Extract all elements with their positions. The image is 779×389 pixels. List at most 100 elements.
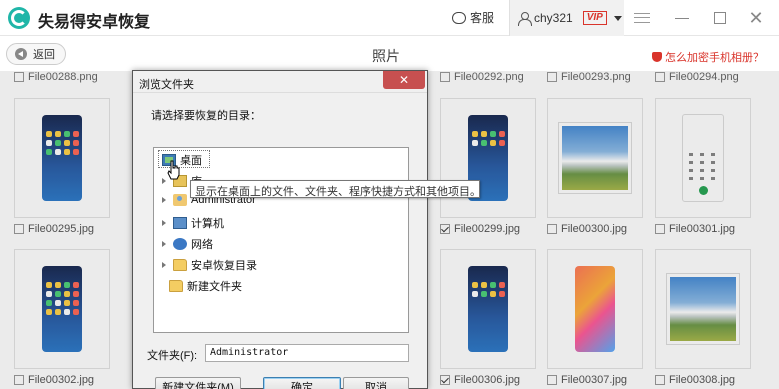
photo-thumbnail[interactable] (655, 249, 751, 369)
tree-item-network[interactable]: 网络 (162, 236, 213, 252)
file-checkbox[interactable] (547, 72, 557, 82)
customer-service-label: 客服 (470, 11, 495, 25)
chat-icon (452, 11, 466, 24)
user-folder-icon (173, 194, 187, 206)
file-label[interactable]: File00294.png (655, 71, 739, 83)
photo-thumbnail[interactable] (547, 98, 643, 218)
dialer-screenshot-image (682, 114, 724, 202)
customer-service-button[interactable]: 客服 (452, 9, 494, 26)
minimize-button[interactable] (672, 8, 692, 28)
file-label[interactable]: File00288.png (14, 71, 98, 83)
file-label[interactable]: File00300.jpg (547, 223, 627, 235)
file-checkbox[interactable] (655, 72, 665, 82)
menu-button[interactable] (632, 8, 652, 28)
title-bar: 失易得安卓恢复 客服 chy321 VIP ✕ (0, 0, 779, 36)
photo-thumbnail[interactable] (440, 98, 536, 218)
tree-item-label: 网络 (191, 239, 213, 251)
folder-field[interactable]: Administrator (205, 344, 409, 362)
file-name: File00308.jpg (669, 374, 736, 386)
phone-wallpaper-image (575, 266, 615, 352)
cancel-button[interactable]: 取消 (343, 377, 409, 389)
phone-screenshot-image (468, 266, 508, 352)
thumbs-up-icon (652, 52, 662, 62)
photo-thumbnail[interactable] (547, 249, 643, 369)
expand-arrow-icon[interactable] (162, 178, 166, 184)
maximize-button[interactable] (710, 8, 730, 28)
network-icon (173, 238, 187, 250)
file-checkbox[interactable] (440, 72, 450, 82)
vip-badge: VIP (582, 11, 607, 25)
landscape-photo-image (667, 274, 739, 344)
hamburger-icon (634, 13, 650, 23)
file-checkbox[interactable] (655, 224, 665, 234)
file-checkbox[interactable] (14, 375, 24, 385)
folder-tree[interactable]: 桌面 库 Administrator 计算机 网络 安卓恢复目录 (153, 147, 409, 333)
expand-arrow-icon[interactable] (162, 220, 166, 226)
browse-folder-dialog: 浏览文件夹 ✕ 请选择要恢复的目录： 桌面 库 Administrator 计算… (132, 70, 428, 389)
dialog-title: 浏览文件夹 (139, 79, 194, 91)
back-label: 返回 (33, 49, 55, 61)
file-label[interactable]: File00292.png (440, 71, 524, 83)
folder-icon (169, 280, 183, 292)
file-name: File00302.jpg (28, 374, 95, 386)
computer-icon (173, 217, 187, 229)
file-checkbox[interactable] (547, 375, 557, 385)
tree-item-label: 桌面 (180, 155, 202, 167)
file-checkbox[interactable] (440, 224, 450, 234)
close-icon: ✕ (748, 7, 764, 28)
landscape-photo-image (559, 123, 631, 193)
dialog-title-bar[interactable]: 浏览文件夹 ✕ (133, 71, 427, 93)
file-name: File00299.jpg (454, 223, 521, 235)
photo-thumbnail[interactable] (440, 249, 536, 369)
user-account-menu[interactable]: chy321 VIP (509, 0, 624, 36)
expand-arrow-icon[interactable] (162, 262, 166, 268)
file-label[interactable]: File00306.jpg (440, 374, 520, 386)
photo-thumbnail[interactable] (14, 249, 110, 369)
encrypt-album-link[interactable]: 怎么加密手机相册？ (652, 49, 764, 65)
file-checkbox[interactable] (655, 375, 665, 385)
ok-button[interactable]: 确定 (263, 377, 341, 389)
file-label[interactable]: File00299.jpg (440, 223, 520, 235)
photo-thumbnail[interactable] (14, 98, 110, 218)
new-folder-button[interactable]: 新建文件夹(M) (155, 377, 241, 389)
file-label[interactable]: File00307.jpg (547, 374, 627, 386)
app-title: 失易得安卓恢复 (38, 14, 151, 31)
file-name: File00300.jpg (561, 223, 628, 235)
expand-arrow-icon[interactable] (162, 197, 166, 203)
tree-item-computer[interactable]: 计算机 (162, 215, 224, 231)
tree-item-new-folder[interactable]: 新建文件夹 (169, 278, 242, 294)
app-logo-icon (8, 7, 30, 29)
photo-thumbnail[interactable] (655, 98, 751, 218)
username: chy321 (534, 11, 573, 25)
back-button[interactable]: 返回 (6, 43, 66, 65)
file-label[interactable]: File00302.jpg (14, 374, 94, 386)
file-label[interactable]: File00295.jpg (14, 223, 94, 235)
file-checkbox[interactable] (547, 224, 557, 234)
dialog-prompt: 请选择要恢复的目录： (151, 110, 261, 122)
file-label[interactable]: File00301.jpg (655, 223, 735, 235)
file-name: File00294.png (669, 71, 739, 83)
dialog-close-button[interactable]: ✕ (383, 71, 425, 89)
expand-arrow-icon[interactable] (162, 241, 166, 247)
file-label[interactable]: File00293.png (547, 71, 631, 83)
file-checkbox[interactable] (14, 72, 24, 82)
file-checkbox[interactable] (440, 375, 450, 385)
phone-screenshot-image (42, 115, 82, 201)
tree-item-label: 计算机 (191, 218, 224, 230)
back-arrow-icon (15, 48, 27, 60)
hand-cursor-icon (167, 160, 180, 180)
folder-icon (173, 259, 187, 271)
close-button[interactable]: ✕ (746, 8, 766, 28)
chevron-down-icon[interactable] (613, 15, 622, 21)
encrypt-link-label: 怎么加密手机相册？ (665, 52, 764, 64)
phone-screenshot-image (42, 266, 82, 352)
file-checkbox[interactable] (14, 224, 24, 234)
maximize-icon (714, 12, 726, 24)
file-name: File00301.jpg (669, 223, 736, 235)
tree-item-android-recovery[interactable]: 安卓恢复目录 (162, 257, 257, 273)
tree-item-label: 安卓恢复目录 (191, 260, 257, 272)
file-label[interactable]: File00308.jpg (655, 374, 735, 386)
sub-header: 返回 照片 怎么加密手机相册？ (0, 37, 779, 71)
file-name: File00293.png (561, 71, 631, 83)
file-name: File00292.png (454, 71, 524, 83)
